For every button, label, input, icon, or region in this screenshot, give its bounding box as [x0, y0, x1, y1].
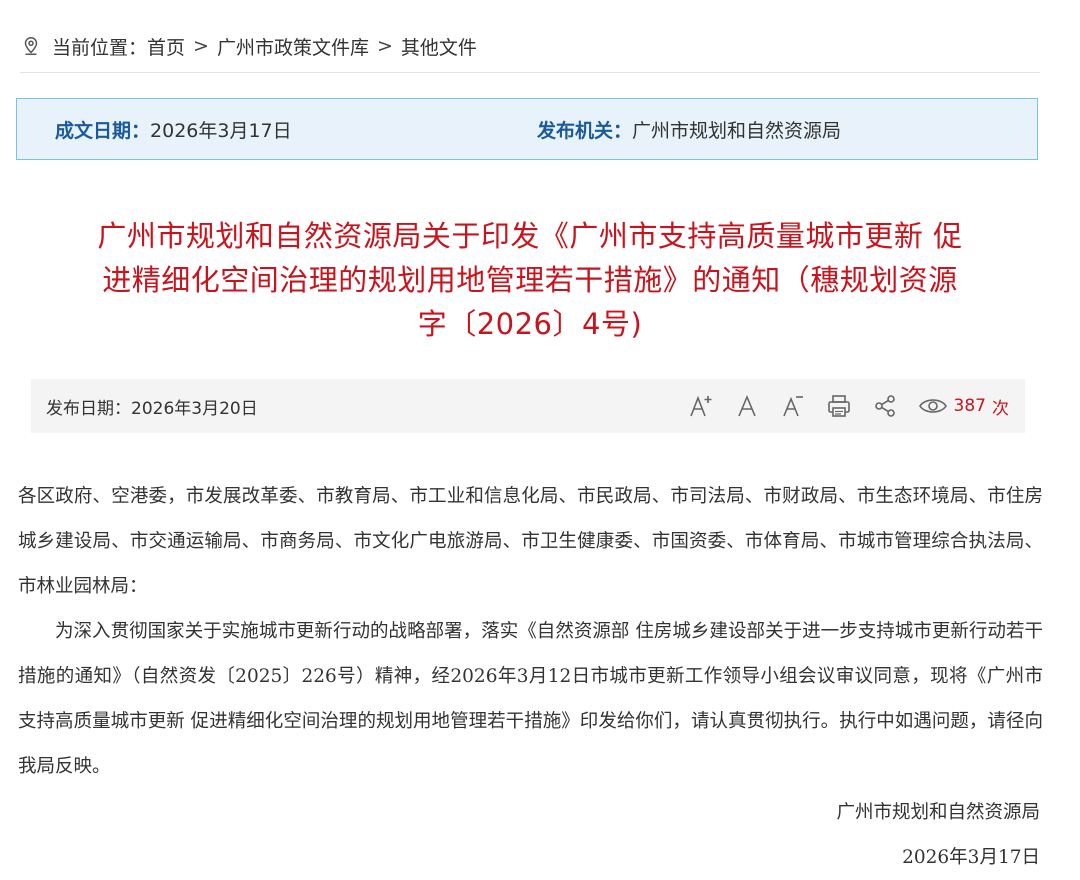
written-date: 成文日期： 2026年3月17日 — [55, 116, 292, 143]
view-counter: 387 次 — [918, 394, 1009, 419]
written-date-label: 成文日期： — [55, 119, 151, 142]
breadcrumb-prefix: 当前位置： — [52, 36, 148, 59]
breadcrumb-separator: > — [376, 35, 393, 57]
issuing-authority: 发布机关： 广州市规划和自然资源局 — [537, 116, 841, 143]
print-icon — [827, 395, 850, 417]
view-count: 387 — [953, 396, 986, 416]
location-pin-icon — [24, 37, 38, 55]
document-info-box: 成文日期： 2026年3月17日 发布机关： 广州市规划和自然资源局 — [16, 98, 1038, 160]
print-button[interactable] — [826, 393, 852, 419]
written-date-value: 2026年3月17日 — [150, 119, 292, 142]
publish-date: 发布日期：2026年3月20日 — [46, 398, 258, 419]
share-icon — [874, 395, 895, 417]
breadcrumb-policy-library-link[interactable]: 广州市政策文件库 — [217, 33, 369, 60]
font-default-button[interactable] — [734, 393, 760, 419]
recipients-paragraph: 各区政府、空港委，市发展改革委、市教育局、市工业和信息化局、市民政局、市司法局、… — [18, 486, 1043, 597]
share-button[interactable] — [872, 393, 898, 419]
font-increase-icon — [689, 395, 712, 417]
font-decrease-button[interactable] — [780, 393, 806, 419]
signature-block: 广州市规划和自然资源局 2026年3月17日 — [836, 790, 1040, 880]
document-title-line: 字〔2026〕4号) — [417, 307, 643, 341]
signature-org: 广州市规划和自然资源局 — [836, 802, 1040, 823]
document-title-line: 进精细化空间治理的规划用地管理若干措施》的通知（穗规划资源 — [102, 263, 958, 297]
document-body: 各区政府、空港委，市发展改革委、市教育局、市工业和信息化局、市民政局、市司法局、… — [18, 474, 1043, 789]
issuing-authority-value: 广州市规划和自然资源局 — [632, 119, 842, 142]
article-tools: 387 次 — [668, 379, 1009, 433]
article-toolbar: 发布日期：2026年3月20日 387 次 — [31, 379, 1025, 433]
font-decrease-icon — [782, 396, 803, 417]
document-title-line: 广州市规划和自然资源局关于印发《广州市支持高质量城市更新 促 — [97, 219, 963, 253]
breadcrumb-other-files-link[interactable]: 其他文件 — [401, 33, 477, 60]
view-count-unit: 次 — [992, 398, 1009, 419]
font-increase-button[interactable] — [688, 393, 714, 419]
breadcrumb-separator: > — [193, 35, 209, 57]
body-paragraph: 为深入贯彻国家关于实施城市更新行动的战略部署，落实《自然资源部 住房城乡建设部关… — [18, 621, 1043, 777]
issuing-authority-label: 发布机关： — [537, 119, 633, 142]
document-title: 广州市规划和自然资源局关于印发《广州市支持高质量城市更新 促 进精细化空间治理的… — [60, 214, 1000, 346]
eye-icon — [918, 399, 947, 413]
breadcrumb-divider — [20, 72, 1040, 73]
signature-date: 2026年3月17日 — [902, 847, 1040, 868]
breadcrumb: 当前位置： 首页 > 广州市政策文件库 > 其他文件 — [20, 28, 1040, 64]
font-default-icon — [737, 394, 756, 417]
breadcrumb-home-link[interactable]: 首页 — [147, 33, 185, 60]
